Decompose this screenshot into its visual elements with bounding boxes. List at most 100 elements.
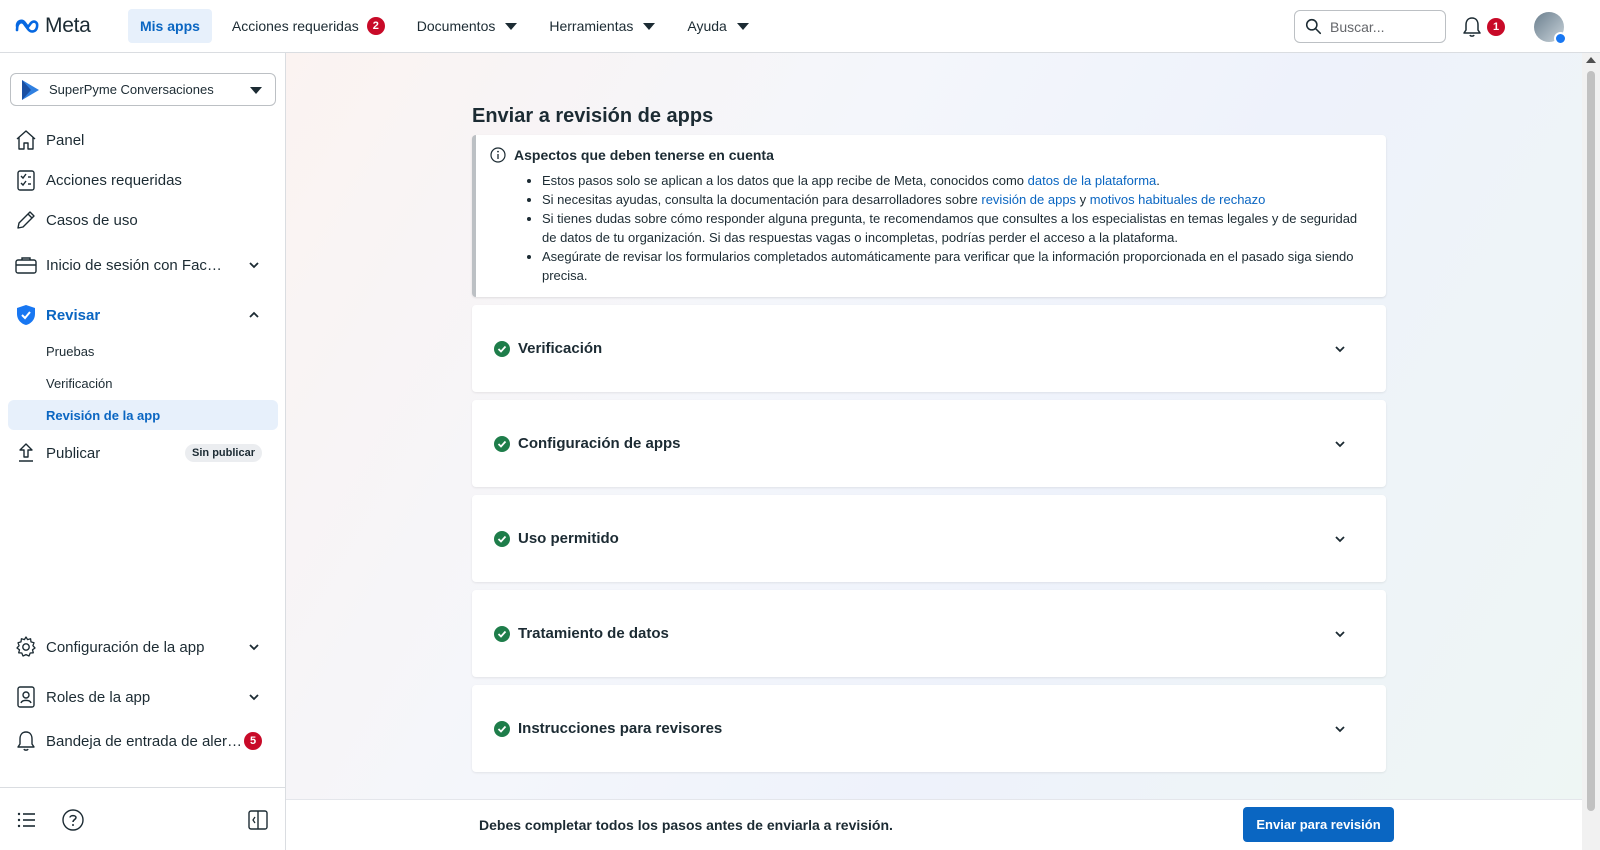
chevron-down-icon: [1335, 441, 1345, 448]
main-content: Enviar a revisión de apps Aspectos que d…: [286, 53, 1582, 850]
search-input[interactable]: [1330, 18, 1440, 35]
section-title: Tratamiento de datos: [518, 625, 669, 642]
caret-down-icon: [643, 22, 656, 30]
section-data-handling[interactable]: Tratamiento de datos: [472, 590, 1386, 677]
check-circle-icon: [494, 435, 510, 452]
submit-footer-bar: Debes completar todos los pasos antes de…: [286, 799, 1582, 850]
page-scrollbar[interactable]: [1582, 53, 1600, 850]
section-allowed-usage[interactable]: Uso permitido: [472, 495, 1386, 582]
unpublished-status-badge: Sin publicar: [185, 444, 262, 462]
sidebar-item-publish[interactable]: Publicar Sin publicar: [8, 436, 278, 470]
notice-text: y: [1076, 192, 1090, 207]
meta-infinity-icon: [15, 19, 39, 33]
notice-bullet: Si tienes dudas sobre cómo responder alg…: [542, 209, 1372, 247]
section-app-settings[interactable]: Configuración de apps: [472, 400, 1386, 487]
pencil-icon: [14, 208, 38, 232]
scrollbar-thumb[interactable]: [1587, 71, 1595, 811]
notice-text: .: [1156, 173, 1160, 188]
sidebar: SuperPyme Conversaciones Panel Acciones …: [0, 53, 286, 850]
notifications-bell-icon[interactable]: [1462, 16, 1482, 38]
sidebar-item-label: Panel: [46, 131, 85, 149]
rejection-reasons-link[interactable]: motivos habituales de rechazo: [1090, 192, 1266, 207]
section-verification[interactable]: Verificación: [472, 305, 1386, 392]
caret-down-icon: [250, 87, 262, 94]
app-name: SuperPyme Conversaciones: [49, 82, 214, 97]
notice-bullet: Si necesitas ayudas, consulta la documen…: [542, 190, 1372, 209]
sidebar-subitem-label: Verificación: [46, 375, 113, 391]
alerts-badge: 5: [244, 732, 262, 750]
sidebar-item-use-cases[interactable]: Casos de uso: [8, 203, 278, 237]
platform-data-link[interactable]: datos de la plataforma: [1028, 173, 1157, 188]
nav-required-actions[interactable]: Acciones requeridas 2: [220, 9, 397, 43]
notice-bullet: Estos pasos solo se aplican a los datos …: [542, 171, 1372, 190]
search-box[interactable]: [1294, 10, 1446, 43]
chevron-down-icon: [249, 262, 259, 269]
help-icon[interactable]: [61, 808, 85, 832]
nav-tools-label: Herramientas: [549, 18, 634, 34]
notice-text: Si tienes dudas sobre cómo responder alg…: [542, 211, 1358, 245]
shield-check-icon: [14, 303, 38, 327]
briefcase-icon: [14, 253, 38, 277]
check-circle-icon: [494, 530, 510, 547]
collapse-sidebar-icon[interactable]: [246, 808, 270, 832]
notifications-badge: 1: [1487, 18, 1505, 36]
nav-help-label: Ayuda: [687, 18, 727, 34]
notice-heading: Aspectos que deben tenerse en cuenta: [514, 147, 774, 163]
info-icon: [490, 147, 506, 163]
chevron-down-icon: [1335, 346, 1345, 353]
app-review-link[interactable]: revisión de apps: [981, 192, 1076, 207]
sidebar-subitem-verification[interactable]: Verificación: [8, 368, 278, 398]
chevron-up-icon: [249, 311, 259, 318]
sidebar-item-label: Revisar: [46, 306, 101, 324]
check-circle-icon: [494, 720, 510, 737]
notice-header: Aspectos que deben tenerse en cuenta: [490, 147, 1372, 163]
submit-for-review-button[interactable]: Enviar para revisión: [1243, 807, 1394, 842]
sidebar-subitem-tests[interactable]: Pruebas: [8, 336, 278, 366]
top-navigation-bar: Meta Mis apps Acciones requeridas 2 Docu…: [0, 0, 1600, 53]
sidebar-item-alerts-inbox[interactable]: Bandeja de entrada de alertas 5: [8, 724, 278, 758]
sidebar-item-review[interactable]: Revisar: [8, 298, 278, 332]
scroll-up-arrow-icon[interactable]: [1586, 57, 1596, 63]
section-title: Uso permitido: [518, 530, 619, 547]
page-title: Enviar a revisión de apps: [472, 105, 714, 127]
sidebar-item-app-settings[interactable]: Configuración de la app: [8, 630, 278, 664]
section-reviewer-instructions[interactable]: Instrucciones para revisores: [472, 685, 1386, 772]
nav-my-apps[interactable]: Mis apps: [128, 9, 212, 43]
sidebar-subitem-label: Pruebas: [46, 343, 95, 359]
app-play-logo-icon: [22, 79, 39, 100]
section-title: Configuración de apps: [518, 435, 681, 452]
sidebar-item-facebook-login[interactable]: Inicio de sesión con Facebook para empre…: [8, 248, 278, 282]
completion-requirement-message: Debes completar todos los pasos antes de…: [479, 817, 893, 833]
list-icon[interactable]: [15, 808, 39, 832]
chevron-down-icon: [1335, 631, 1345, 638]
bell-icon: [14, 729, 38, 753]
nav-tools[interactable]: Herramientas: [537, 9, 667, 43]
info-notice-box: Aspectos que deben tenerse en cuenta Est…: [472, 135, 1386, 297]
sidebar-subitem-app-review[interactable]: Revisión de la app: [8, 400, 278, 430]
notice-text: Estos pasos solo se aplican a los datos …: [542, 173, 1028, 188]
user-avatar[interactable]: [1534, 12, 1567, 45]
notice-list: Estos pasos solo se aplican a los datos …: [490, 171, 1372, 285]
sidebar-item-label: Publicar: [46, 444, 101, 462]
meta-logo[interactable]: Meta: [14, 14, 128, 38]
nav-documents[interactable]: Documentos: [405, 9, 530, 43]
chevron-down-icon: [1335, 726, 1345, 733]
gear-icon: [14, 635, 38, 659]
chevron-down-icon: [249, 644, 259, 651]
sidebar-item-label: Bandeja de entrada de alertas: [46, 732, 242, 750]
chevron-down-icon: [249, 694, 259, 701]
section-title: Instrucciones para revisores: [518, 720, 723, 737]
notice-text: Asegúrate de revisar los formularios com…: [542, 249, 1354, 283]
nav-help[interactable]: Ayuda: [675, 9, 760, 43]
sidebar-item-required-actions[interactable]: Acciones requeridas: [8, 163, 278, 197]
search-icon: [1305, 18, 1322, 35]
chevron-down-icon: [1335, 536, 1345, 543]
notice-text: Si necesitas ayudas, consulta la documen…: [542, 192, 982, 207]
sidebar-item-label: Configuración de la app: [46, 638, 205, 656]
sidebar-item-panel[interactable]: Panel: [8, 123, 278, 157]
check-circle-icon: [494, 625, 510, 642]
caret-down-icon: [736, 22, 749, 30]
app-selector[interactable]: SuperPyme Conversaciones: [10, 73, 276, 106]
sidebar-item-app-roles[interactable]: Roles de la app: [8, 680, 278, 714]
home-icon: [14, 128, 38, 152]
